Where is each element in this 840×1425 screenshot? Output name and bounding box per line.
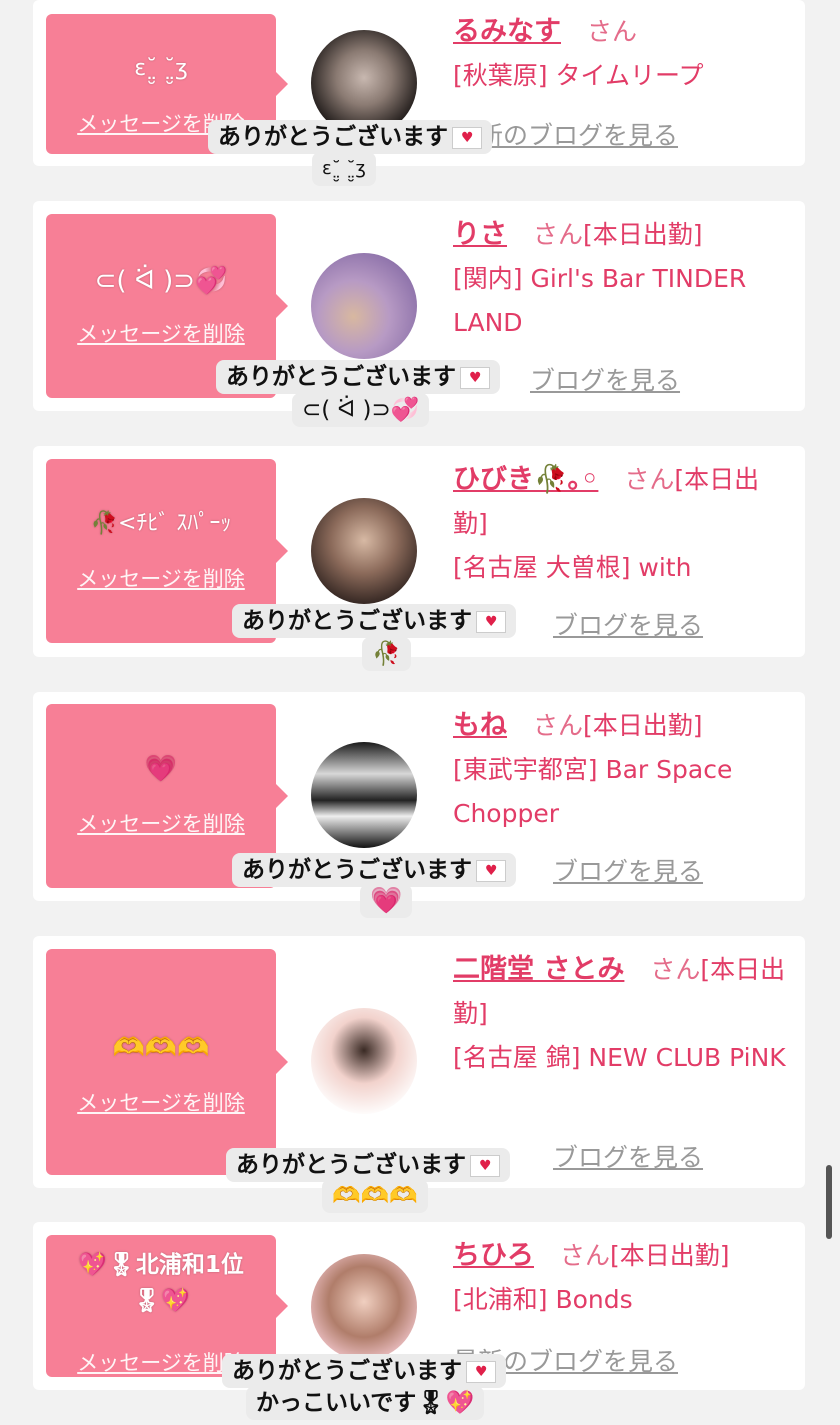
thanks-text: ありがとうございます [226,364,456,390]
user-info: るみなす さん [秋葉原] タイムリープ [453,10,793,98]
attendance-status: [本日出勤] [609,1241,730,1270]
view-blog-link[interactable]: ブログを見る [553,1138,703,1174]
user-name-link[interactable]: もね [453,710,507,741]
message-text: 💖🎖北浦和1位🎖💖 [78,1252,244,1314]
thanks-text: ありがとうございます [242,608,472,634]
user-name-link[interactable]: ちひろ [453,1240,534,1271]
honorific: さん [650,955,701,984]
avatar[interactable] [311,1008,417,1114]
honorific: さん [624,465,675,494]
love-letter-icon [476,859,506,882]
user-info: もね さん[本日出勤] [東武宇都宮] Bar Space Chopper [453,704,793,836]
love-letter-icon [466,1360,496,1383]
delete-message-link[interactable]: メッセージを削除 [46,1087,276,1117]
user-info: ひびき🥀｡◦ さん[本日出勤] [名古屋 大曽根] with [453,458,793,590]
honorific: さん [532,220,583,249]
reaction-reply: かっこいいです🎖💖 [246,1386,485,1420]
reaction-thanks: ありがとうございます [208,120,492,154]
scrollbar[interactable] [826,1165,832,1239]
message-text: 🫶🫶🫶 [112,1033,210,1063]
shop-name: [名古屋 錦] NEW CLUB PiNK [453,1043,786,1072]
message-text: 🥀<ﾁﾋﾞ ｽﾊﾟｰｯ [90,511,232,536]
love-letter-icon [476,610,506,633]
delete-message-link[interactable]: メッセージを削除 [46,808,276,838]
honorific: さん [532,711,583,740]
user-name-link[interactable]: ひびき🥀｡◦ [453,464,598,495]
delete-message-link[interactable]: メッセージを削除 [46,563,276,593]
delete-message-link[interactable]: メッセージを削除 [46,318,276,348]
view-blog-link[interactable]: ブログを見る [553,606,703,642]
reaction-reply: 🥀 [362,637,411,671]
message-text: ⊂( ᐛ )⊃💞 [94,266,228,296]
shop-name: [名古屋 大曽根] with [453,553,692,582]
shop-name: [秋葉原] タイムリープ [453,61,704,90]
user-info: りさ さん[本日出勤] [関内] Girl's Bar TINDER LAND [453,213,793,345]
love-letter-icon [460,366,490,389]
thanks-text: ありがとうございます [232,1358,462,1384]
reaction-thanks: ありがとうございます [222,1354,506,1388]
attendance-status: [本日出勤] [582,711,703,740]
reaction-reply: 🫶🫶🫶 [322,1179,428,1213]
reaction-reply: ɛ˘̤̮ ˘̤̮ʒ [312,152,376,186]
reaction-reply: 💗 [360,884,413,918]
honorific: さん [559,1241,610,1270]
shop-name: [北浦和] Bonds [453,1285,633,1314]
view-blog-link[interactable]: ブログを見る [530,361,680,397]
thanks-text: ありがとうございます [218,124,448,150]
reaction-thanks: ありがとうございます [232,853,516,887]
user-name-link[interactable]: りさ [453,219,507,250]
user-name-link[interactable]: るみなす [453,16,561,47]
message-text: ɛ˘̤̮ ˘̤̮ʒ [134,56,188,81]
honorific: さん [586,17,637,46]
shop-name: [東武宇都宮] Bar Space Chopper [453,755,733,828]
avatar[interactable] [311,498,417,604]
thanks-text: ありがとうございます [236,1152,466,1178]
thanks-text: ありがとうございます [242,857,472,883]
view-blog-link[interactable]: ブログを見る [553,852,703,888]
reaction-thanks: ありがとうございます [232,604,516,638]
user-info: 二階堂 さとみ さん[本日出勤] [名古屋 錦] NEW CLUB PiNK [453,948,793,1080]
message-bubble: 🫶🫶🫶 メッセージを削除 [46,949,288,1175]
avatar[interactable] [311,253,417,359]
user-name-link[interactable]: 二階堂 さとみ [453,954,624,985]
love-letter-icon [452,126,482,149]
reaction-thanks: ありがとうございます [226,1148,510,1182]
user-info: ちひろ さん[本日出勤] [北浦和] Bonds [453,1234,793,1322]
reaction-reply: ⊂( ᐛ )⊃💞 [292,393,430,427]
avatar[interactable] [311,1254,417,1360]
love-letter-icon [470,1154,500,1177]
avatar[interactable] [311,742,417,848]
attendance-status: [本日出勤] [582,220,703,249]
message-text: 💗 [144,754,178,784]
shop-name: [関内] Girl's Bar TINDER LAND [453,264,747,337]
reaction-thanks: ありがとうございます [216,360,500,394]
